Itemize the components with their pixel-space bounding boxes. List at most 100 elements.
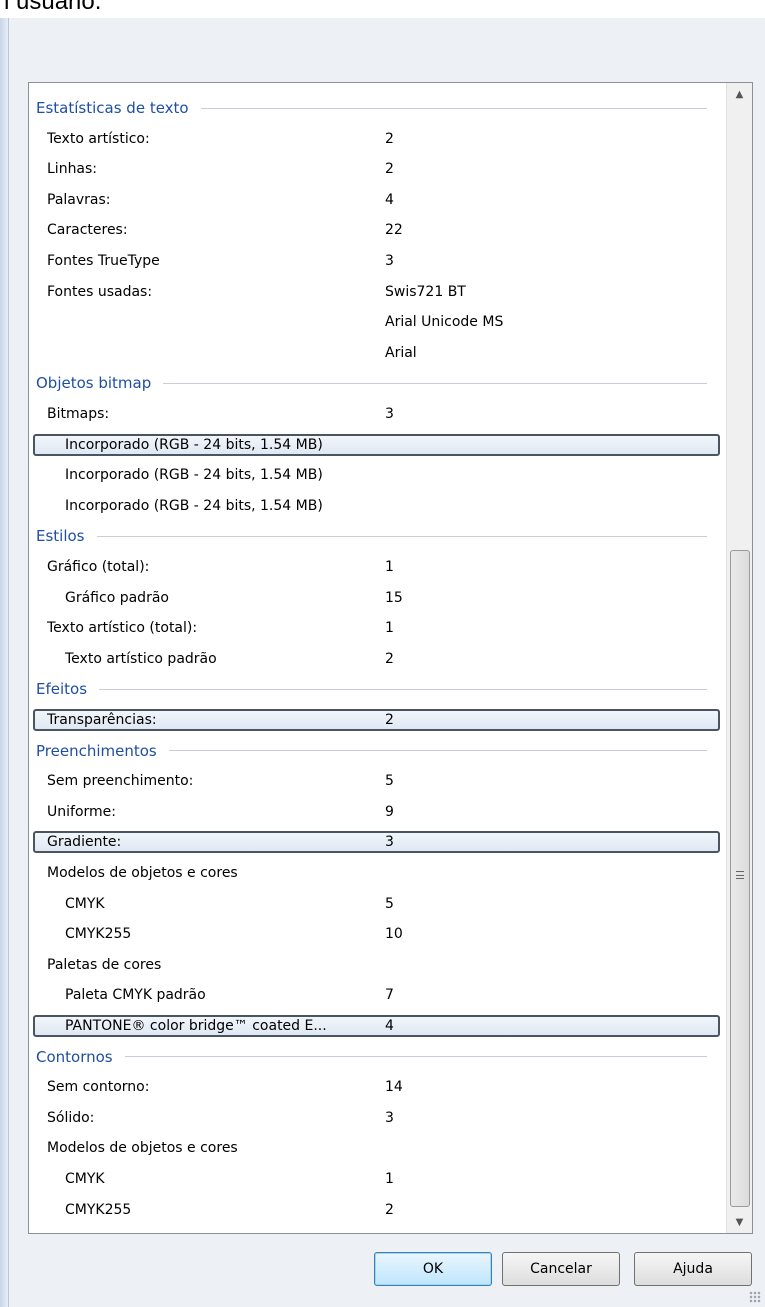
background-window-strip: n usuário. xyxy=(0,0,765,20)
stat-row[interactable]: Palavras: 4 xyxy=(29,185,727,215)
stat-value: 4 xyxy=(385,191,394,208)
stat-row[interactable]: Sem preenchimento: 5 xyxy=(29,766,727,796)
stat-row[interactable]: Texto artístico: 2 xyxy=(29,124,727,154)
stat-label: Texto artístico: xyxy=(47,130,150,147)
stat-row[interactable]: Paletas de cores xyxy=(29,1225,727,1233)
stat-row[interactable]: Incorporado (RGB - 24 bits, 1.54 MB) xyxy=(29,491,727,521)
scroll-up-arrow-icon[interactable]: ▲ xyxy=(727,83,752,105)
section-divider xyxy=(36,688,707,690)
stat-row[interactable]: Linhas: 2 xyxy=(29,154,727,184)
stat-value: 15 xyxy=(385,589,403,606)
section-title: Estilos xyxy=(36,527,97,546)
stat-row[interactable]: Incorporado (RGB - 24 bits, 1.54 MB) xyxy=(29,430,727,460)
selected-row-highlight xyxy=(33,831,720,854)
stat-label: Incorporado (RGB - 24 bits, 1.54 MB) xyxy=(65,497,323,514)
stat-label: Paletas de cores xyxy=(47,956,162,973)
stat-label: Texto artístico padrão xyxy=(65,650,217,667)
section-title: Estatísticas de texto xyxy=(36,99,201,117)
stat-label: CMYK255 xyxy=(65,926,132,943)
stat-row[interactable]: Incorporado (RGB - 24 bits, 1.54 MB) xyxy=(29,460,727,490)
stat-value: 7 xyxy=(385,987,394,1004)
resize-grip-icon[interactable] xyxy=(749,1291,761,1303)
stat-row[interactable]: Gráfico (total): 1 xyxy=(29,552,727,582)
vertical-scrollbar[interactable]: ▲ ▼ xyxy=(726,83,752,1233)
stat-label: Sólido: xyxy=(47,1109,95,1126)
section-header: Efeitos xyxy=(29,674,727,704)
stat-label: Caracteres: xyxy=(47,222,128,239)
stat-label: Linhas: xyxy=(47,161,98,178)
stat-value: 4 xyxy=(385,1018,394,1034)
ok-button[interactable]: OK xyxy=(374,1252,492,1286)
scrollbar-thumb[interactable] xyxy=(730,550,750,1207)
stat-row[interactable]: Caracteres: 22 xyxy=(29,215,727,245)
section-title: Preenchimentos xyxy=(36,741,169,760)
stat-label: Sem contorno: xyxy=(47,1079,150,1096)
stat-row[interactable]: CMYK 5 xyxy=(29,889,727,919)
stat-row[interactable]: Paleta CMYK padrão 7 xyxy=(29,980,727,1010)
stat-row[interactable]: PANTONE® color bridge™ coated E... 4 xyxy=(29,1011,727,1041)
stat-value: 5 xyxy=(385,895,394,912)
stat-value: 2 xyxy=(385,161,394,178)
stat-row[interactable]: Paletas de cores xyxy=(29,950,727,980)
cancel-button[interactable]: Cancelar xyxy=(502,1252,620,1286)
stat-value: Swis721 BT xyxy=(385,283,466,300)
scrollbar-grip-icon xyxy=(736,871,744,879)
stat-row[interactable]: Uniforme: 9 xyxy=(29,797,727,827)
section-title: Contornos xyxy=(36,1047,125,1066)
stat-row[interactable]: CMYK 1 xyxy=(29,1164,727,1194)
stat-label: Paleta CMYK padrão xyxy=(65,987,206,1004)
stat-row[interactable]: Texto artístico (total): 1 xyxy=(29,613,727,643)
stat-label: Modelos de objetos e cores xyxy=(47,865,238,881)
stat-label: Bitmaps: xyxy=(47,406,110,422)
stat-row[interactable]: Modelos de objetos e cores xyxy=(29,1133,727,1163)
stat-row[interactable]: Sólido: 3 xyxy=(29,1103,727,1133)
stat-row[interactable]: Modelos de objetos e cores xyxy=(29,858,727,888)
stat-row[interactable]: Sem contorno: 14 xyxy=(29,1072,727,1102)
section-header: Estatísticas de texto xyxy=(29,93,727,123)
document-info-panel[interactable]: Estatísticas de texto Texto artístico: 2 Li… xyxy=(28,82,753,1234)
stat-value: 3 xyxy=(385,1109,394,1126)
stat-label: Incorporado (RGB - 24 bits, 1.54 MB) xyxy=(65,467,323,484)
stat-row[interactable]: Gradiente: 3 xyxy=(29,827,727,857)
stat-row[interactable]: Fontes usadas: Swis721 BT xyxy=(29,277,727,307)
stat-row[interactable]: Transparências: 2 xyxy=(29,705,727,735)
stat-row[interactable]: CMYK255 2 xyxy=(29,1195,727,1225)
stat-value: 2 xyxy=(385,712,394,728)
stat-label: Uniforme: xyxy=(47,803,116,820)
stat-label: Gráfico (total): xyxy=(47,559,150,575)
stat-row[interactable]: Fontes TrueType 3 xyxy=(29,246,727,276)
stat-row[interactable]: Gráfico padrão 15 xyxy=(29,583,727,613)
stat-label: Incorporado (RGB - 24 bits, 1.54 MB) xyxy=(65,436,323,453)
stat-label: PANTONE® color bridge™ coated E... xyxy=(65,1018,327,1034)
stat-value: 2 xyxy=(385,650,394,667)
stat-value: 5 xyxy=(385,773,394,790)
stat-value: Arial xyxy=(385,344,417,361)
stat-value: 2 xyxy=(385,1201,394,1218)
stat-row[interactable]: Arial xyxy=(29,338,727,368)
stat-label: Fontes TrueType xyxy=(47,253,160,269)
stat-label: CMYK255 xyxy=(65,1201,132,1218)
stat-row[interactable]: CMYK255 10 xyxy=(29,919,727,949)
stat-row[interactable]: Texto artístico padrão 2 xyxy=(29,644,727,674)
section-divider xyxy=(36,535,707,537)
stat-label: Modelos de objetos e cores xyxy=(47,1140,238,1157)
help-button[interactable]: Ajuda xyxy=(634,1252,752,1286)
section-header: Preenchimentos xyxy=(29,736,727,766)
stat-row[interactable]: Arial Unicode MS xyxy=(29,307,727,337)
stat-label: Gráfico padrão xyxy=(65,589,169,606)
stat-value: 10 xyxy=(385,926,403,943)
stat-label: CMYK xyxy=(65,1171,105,1187)
section-divider xyxy=(36,1056,707,1058)
stat-value: 3 xyxy=(385,834,394,851)
stat-label: Fontes usadas: xyxy=(47,283,153,300)
stat-value: 22 xyxy=(385,222,403,239)
stat-label: Texto artístico (total): xyxy=(47,620,198,637)
stat-value: 1 xyxy=(385,559,394,575)
stat-value: Arial Unicode MS xyxy=(385,314,504,331)
section-header: Objetos bitmap xyxy=(29,368,727,398)
scroll-down-arrow-icon[interactable]: ▼ xyxy=(727,1211,752,1233)
stat-value: 2 xyxy=(385,130,394,147)
stat-row[interactable]: Bitmaps: 3 xyxy=(29,399,727,429)
stat-value: 14 xyxy=(385,1079,403,1096)
stat-value: 3 xyxy=(385,253,394,269)
